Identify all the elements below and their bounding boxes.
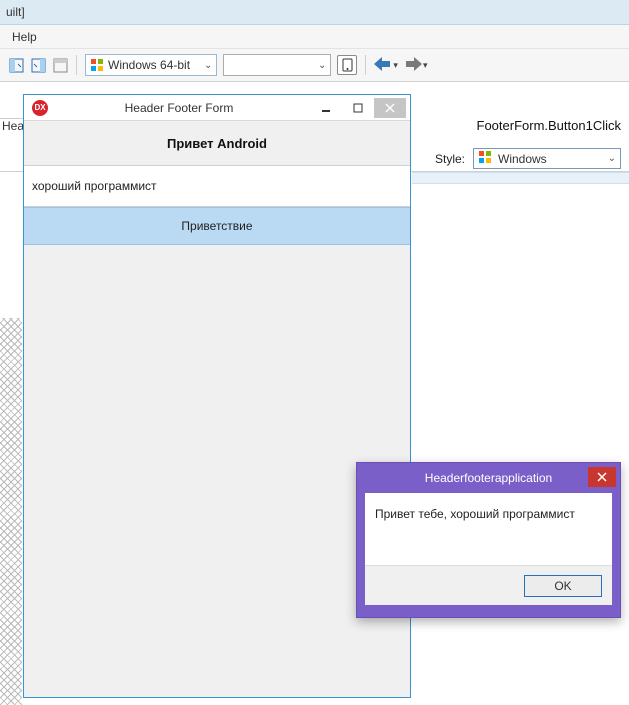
style-value: Windows — [498, 152, 547, 166]
dialog-body: Привет тебе, хороший программист OK — [365, 493, 612, 605]
app-icon: DX — [32, 100, 48, 116]
close-icon — [385, 103, 395, 113]
left-tab-fragment[interactable]: Hea — [0, 118, 24, 136]
dropdown-icon: ▾ — [423, 60, 428, 71]
minimize-icon — [321, 103, 331, 113]
name-input-wrapper — [24, 165, 410, 207]
platform-label: Windows 64-bit — [108, 58, 190, 72]
dialog-message: Привет тебе, хороший программист — [365, 493, 612, 565]
ok-button-label: OK — [554, 579, 571, 593]
maximize-icon — [353, 103, 363, 113]
windows-icon — [90, 58, 104, 72]
device-select[interactable]: ⌄ — [223, 54, 331, 76]
chevron-down-icon: ⌄ — [318, 60, 326, 71]
nav-forward[interactable]: ▾ — [404, 57, 428, 74]
dialog-titlebar[interactable]: Headerfooterapplication — [357, 463, 620, 493]
layout-icon-2[interactable] — [30, 57, 46, 73]
platform-select[interactable]: Windows 64-bit ⌄ — [85, 54, 217, 76]
window-title: Header Footer Form — [48, 101, 310, 115]
toolbar-separator — [76, 55, 77, 75]
dialog-title: Headerfooterapplication — [425, 471, 552, 485]
window-titlebar[interactable]: DX Header Footer Form — [24, 95, 410, 121]
nav-back[interactable]: ▾ — [374, 57, 398, 74]
menu-help[interactable]: Help — [8, 28, 41, 46]
style-label: Style: — [435, 152, 465, 166]
dropdown-icon: ▾ — [393, 60, 398, 71]
dialog-footer: OK — [365, 565, 612, 605]
main-toolbar: Windows 64-bit ⌄ ⌄ ▾ ▾ — [0, 48, 629, 82]
layout-icon-1[interactable] — [8, 57, 24, 73]
greet-button[interactable]: Приветствие — [24, 207, 410, 245]
context-bottom-strip — [412, 172, 629, 184]
layout-icon-3[interactable] — [52, 57, 68, 73]
build-label: uilt] — [6, 5, 25, 19]
window-maximize-button[interactable] — [342, 98, 374, 118]
chevron-down-icon: ⌄ — [608, 153, 616, 164]
title-bar-remnant: uilt] — [0, 0, 629, 25]
message-dialog: Headerfooterapplication Привет тебе, хор… — [356, 462, 621, 618]
dialog-close-button[interactable] — [588, 467, 616, 487]
form-body: Привет Android Приветствие — [24, 121, 410, 245]
toolbar-separator — [365, 55, 366, 75]
device-button[interactable] — [337, 55, 357, 75]
function-name: FooterForm.Button1Click — [477, 118, 622, 133]
windows-icon — [478, 150, 492, 167]
header-label: Привет Android — [24, 121, 410, 165]
window-minimize-button[interactable] — [310, 98, 342, 118]
arrow-right-icon — [404, 57, 422, 74]
name-input[interactable] — [24, 165, 410, 207]
app-window: DX Header Footer Form Привет Android При… — [23, 94, 411, 698]
chevron-down-icon: ⌄ — [204, 60, 212, 71]
style-select[interactable]: Windows ⌄ — [473, 148, 621, 169]
design-grid-hatch — [0, 318, 22, 705]
greet-button-label: Приветствие — [181, 219, 252, 233]
ok-button[interactable]: OK — [524, 575, 602, 597]
menu-bar: Help — [0, 25, 629, 48]
close-icon — [597, 472, 607, 482]
window-close-button[interactable] — [374, 98, 406, 118]
phone-icon — [342, 58, 353, 72]
arrow-left-icon — [374, 57, 392, 74]
